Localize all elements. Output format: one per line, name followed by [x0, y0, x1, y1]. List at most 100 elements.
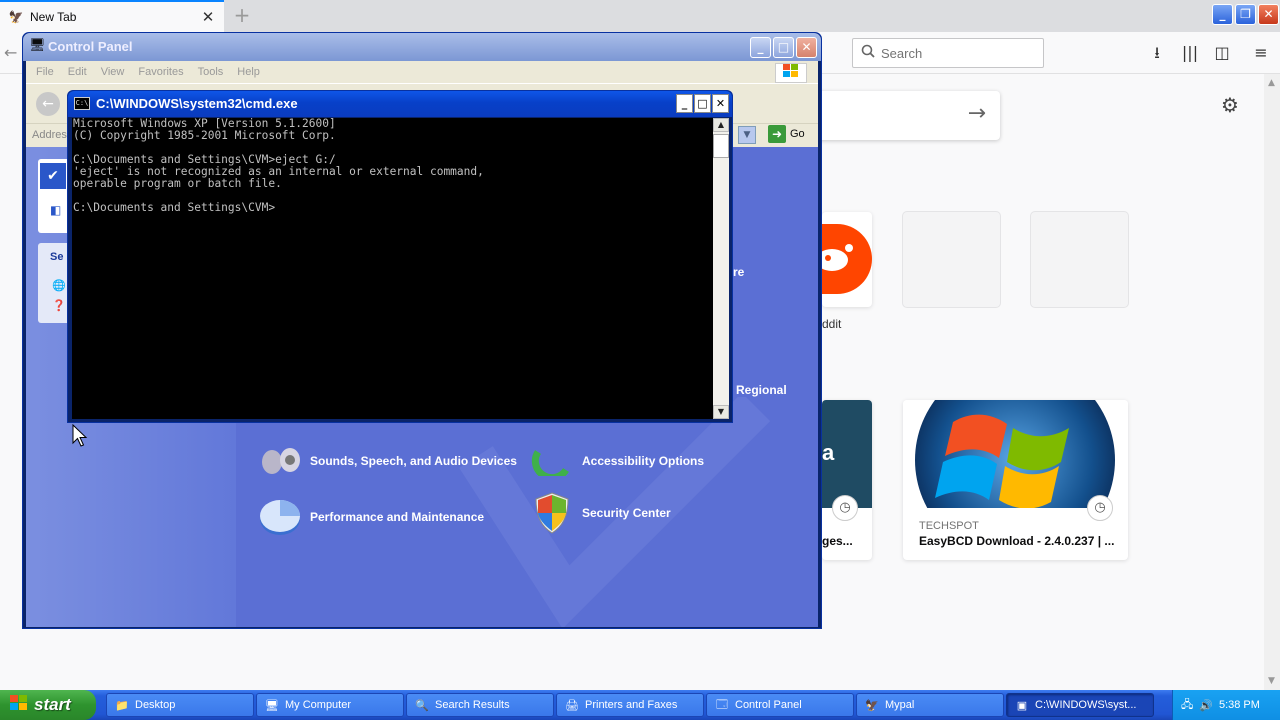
speaker-icon [258, 441, 302, 481]
help-icon[interactable]: ❓ [52, 299, 66, 312]
gear-icon[interactable]: ⚙ [1221, 93, 1239, 117]
maximize-button[interactable]: □ [694, 94, 711, 113]
maximize-button[interactable]: □ [773, 37, 794, 58]
highlight-image: a [822, 400, 872, 508]
menu-bar: File Edit View Favorites Tools Help [26, 61, 818, 83]
taskbar-item-search-results[interactable]: 🔍 Search Results [406, 693, 554, 717]
window-controls: _ □ ✕ [676, 94, 729, 113]
menu-file[interactable]: File [36, 66, 54, 78]
cmd-window: C:\ C:\WINDOWS\system32\cmd.exe _ □ ✕ Mi… [67, 90, 733, 423]
taskbar-item-mypal[interactable]: 🦅 Mypal [856, 693, 1004, 717]
address-label: Addres [32, 129, 67, 141]
windows-flag-icon [10, 695, 28, 715]
top-site-reddit[interactable] [822, 212, 872, 307]
clock[interactable]: 5:38 PM [1219, 699, 1260, 711]
tab-bar: 🦅 New Tab ✕ + _ ❐ ✕ [0, 0, 1280, 32]
console-line: operable program or batch file. [73, 177, 282, 190]
category-partial[interactable]: re [733, 265, 744, 279]
taskbar-item-label: Search Results [435, 699, 510, 711]
scroll-thumb[interactable] [713, 134, 729, 158]
checklist-icon: ✔ [40, 163, 66, 189]
download-icon[interactable]: ⭳ [1144, 40, 1170, 66]
volume-icon[interactable]: 🔊 [1199, 699, 1213, 712]
menu-favorites[interactable]: Favorites [138, 66, 183, 78]
taskbar-item-my-computer[interactable]: 🖥 My Computer [256, 693, 404, 717]
sidebar-icon[interactable]: ◫ [1209, 40, 1235, 66]
cmd-icon: C:\ [74, 97, 90, 110]
chevron-down-icon[interactable]: ▼ [738, 126, 756, 144]
library-icon[interactable]: ||| [1177, 40, 1203, 66]
control-panel-titlebar[interactable]: 🖥 Control Panel _ □ ✕ [23, 33, 821, 61]
classic-view-icon[interactable]: ◧ [50, 203, 61, 217]
scroll-up-icon[interactable]: ▲ [713, 118, 729, 132]
page-scrollbar[interactable]: ▲ ▼ [1264, 74, 1280, 690]
close-button[interactable]: ✕ [1258, 4, 1279, 25]
menu-help[interactable]: Help [237, 66, 260, 78]
clock-icon: ◷ [832, 495, 858, 521]
close-tab-icon[interactable]: ✕ [200, 8, 216, 26]
category-label: Sounds, Speech, and Audio Devices [310, 454, 517, 468]
category-label: Performance and Maintenance [310, 510, 485, 524]
reddit-icon [822, 224, 872, 294]
category-label: Security Center [582, 506, 671, 520]
see-also-heading: Se [50, 251, 64, 263]
top-site-empty[interactable] [903, 212, 1000, 307]
console-output[interactable]: Microsoft Windows XP [Version 5.1.2600] … [72, 118, 713, 419]
go-button[interactable]: ➜ Go [768, 125, 805, 143]
scroll-down-icon[interactable]: ▼ [713, 405, 729, 419]
taskbar-item-label: Control Panel [735, 699, 802, 711]
minimize-button[interactable]: _ [676, 94, 693, 113]
shield-icon [530, 492, 574, 534]
taskbar-item-label: C:\WINDOWS\syst... [1035, 699, 1137, 711]
highlight-title: ges... [822, 534, 853, 548]
search-input[interactable]: Search [852, 38, 1044, 68]
taskbar-item-printers[interactable]: 🖨 Printers and Faxes [556, 693, 704, 717]
menu-icon[interactable]: ≡ [1248, 40, 1274, 66]
highlight-card[interactable]: ◷ TECHSPOT EasyBCD Download - 2.4.0.237 … [903, 400, 1128, 560]
new-tab-button[interactable]: + [230, 4, 254, 28]
console-scrollbar[interactable]: ▲ ▼ [713, 118, 729, 419]
accessibility-icon [530, 441, 574, 481]
scroll-down-icon[interactable]: ▼ [1268, 676, 1275, 686]
top-site-label: ddit [822, 317, 842, 331]
category-security-center[interactable]: Security Center [530, 492, 671, 534]
newtab-search-box[interactable]: → [810, 91, 1000, 140]
scroll-up-icon[interactable]: ▲ [1268, 78, 1275, 88]
cmd-icon: ▣ [1016, 699, 1028, 712]
category-performance[interactable]: Performance and Maintenance [258, 497, 484, 537]
arrow-right-icon[interactable]: → [968, 101, 986, 126]
windows-flag-icon [775, 63, 807, 83]
cmd-titlebar[interactable]: C:\ C:\WINDOWS\system32\cmd.exe _ □ ✕ [68, 91, 732, 117]
category-sounds[interactable]: Sounds, Speech, and Audio Devices [258, 441, 517, 481]
menu-view[interactable]: View [101, 66, 125, 78]
tab-new-tab[interactable]: 🦅 New Tab ✕ [0, 0, 224, 32]
start-button[interactable]: start [0, 690, 96, 720]
minimize-button[interactable]: _ [1212, 4, 1233, 25]
taskbar-item-label: Desktop [135, 699, 176, 711]
control-panel-icon: 🗔 [716, 698, 728, 711]
restore-button[interactable]: ❐ [1235, 4, 1256, 25]
mypal-icon: 🦅 [865, 699, 879, 712]
menu-tools[interactable]: Tools [198, 66, 224, 78]
category-accessibility[interactable]: Accessibility Options [530, 441, 704, 481]
taskbar-item-cmd[interactable]: ▣ C:\WINDOWS\syst... [1006, 693, 1154, 717]
taskbar: start 📁 Desktop 🖥 My Computer 🔍 Search Resu… [0, 690, 1280, 720]
cmd-window-title: C:\WINDOWS\system32\cmd.exe [96, 96, 298, 111]
close-button[interactable]: ✕ [796, 37, 817, 58]
taskbar-item-label: Mypal [885, 699, 915, 711]
clock-icon: ◷ [1087, 495, 1113, 521]
start-label: start [34, 695, 71, 714]
windows-update-icon[interactable]: 🌐 [52, 279, 66, 292]
taskbar-item-control-panel[interactable]: 🗔 Control Panel [706, 693, 854, 717]
taskbar-item-desktop[interactable]: 📁 Desktop [106, 693, 254, 717]
top-site-empty[interactable] [1031, 212, 1128, 307]
highlight-card[interactable]: a ◷ ges... [822, 400, 872, 560]
close-button[interactable]: ✕ [712, 94, 729, 113]
window-controls: _ □ ✕ [750, 37, 817, 58]
search-icon: 🔍 [415, 699, 429, 712]
category-partial[interactable]: Regional [736, 383, 787, 397]
network-icon[interactable]: 🖧 [1181, 696, 1193, 715]
minimize-button[interactable]: _ [750, 37, 771, 58]
menu-edit[interactable]: Edit [68, 66, 87, 78]
back-icon[interactable]: ← [36, 92, 60, 116]
